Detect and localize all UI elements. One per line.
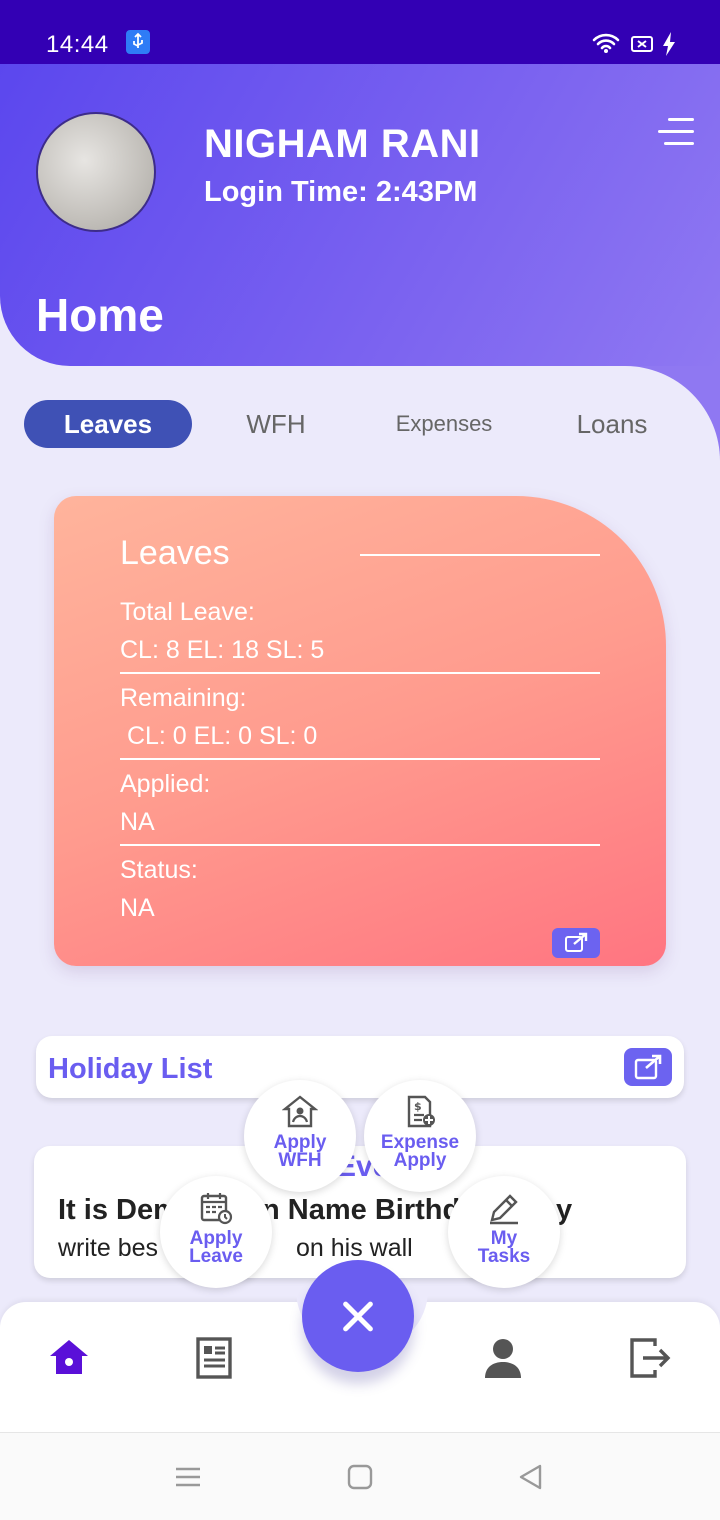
my-tasks-label: My Tasks — [477, 1228, 531, 1267]
menu-icon[interactable] — [658, 116, 694, 148]
status-bar: 14:44 — [0, 0, 720, 64]
status-value: NA — [120, 894, 155, 922]
applied-label: Applied: — [120, 770, 211, 798]
receipt-add-icon: $ — [407, 1095, 435, 1128]
calendar-clock-icon — [200, 1193, 233, 1225]
open-external-icon[interactable] — [624, 1048, 672, 1086]
pencil-icon — [490, 1194, 518, 1225]
open-external-icon[interactable] — [552, 928, 600, 958]
title-divider — [360, 554, 600, 556]
wifi-icon — [592, 32, 620, 59]
usb-icon — [126, 30, 150, 54]
event-sub-right: on his wall — [296, 1234, 413, 1262]
divider — [120, 758, 600, 760]
home-person-icon — [282, 1095, 318, 1128]
total-leave-value: CL: 8 EL: 18 SL: 5 — [120, 636, 325, 664]
back-icon[interactable] — [516, 1463, 544, 1496]
events-card: Eve It is Dem n Name Birthd y write bes … — [34, 1146, 686, 1278]
recent-apps-icon[interactable] — [174, 1463, 202, 1496]
holiday-list-card[interactable]: Holiday List — [36, 1036, 684, 1098]
apply-leave-label: Apply Leave — [189, 1228, 243, 1267]
remaining-value: CL: 0 EL: 0 SL: 0 — [120, 722, 318, 750]
divider — [120, 672, 600, 674]
tab-expenses[interactable]: Expenses — [360, 400, 528, 448]
applied-value: NA — [120, 808, 155, 836]
user-name: NIGHAM RANI — [204, 122, 481, 166]
home-button-icon[interactable] — [346, 1463, 374, 1496]
expense-apply-label: Expense Apply — [380, 1132, 460, 1171]
document-icon[interactable] — [193, 1336, 237, 1380]
home-icon[interactable] — [47, 1336, 91, 1380]
divider — [120, 844, 600, 846]
tab-leaves[interactable]: Leaves — [24, 400, 192, 448]
fab-close-button[interactable] — [302, 1260, 414, 1372]
status-time: 14:44 — [46, 31, 109, 58]
leaves-card-title: Leaves — [120, 534, 230, 572]
expense-apply-button[interactable]: $ Expense Apply — [364, 1080, 476, 1192]
apply-leave-button[interactable]: Apply Leave — [160, 1176, 272, 1288]
leaves-card: Leaves Total Leave: CL: 8 EL: 18 SL: 5 R… — [54, 496, 666, 966]
my-tasks-button[interactable]: My Tasks — [448, 1176, 560, 1288]
tab-bar: Leaves WFH Expenses Loans — [24, 400, 704, 448]
battery-saver-icon — [631, 35, 653, 58]
system-navigation-bar — [0, 1432, 720, 1520]
tab-wfh[interactable]: WFH — [192, 400, 360, 448]
tab-loans[interactable]: Loans — [528, 400, 696, 448]
event-headline-right: n Name Birthd — [262, 1194, 461, 1226]
person-icon[interactable] — [481, 1336, 525, 1380]
avatar[interactable] — [36, 112, 156, 232]
login-time: Login Time: 2:43PM — [204, 176, 478, 208]
event-sub-left: write bes — [58, 1234, 159, 1262]
apply-wfh-button[interactable]: Apply WFH — [244, 1080, 356, 1192]
page-title: Home — [36, 289, 164, 341]
total-leave-label: Total Leave: — [120, 598, 255, 626]
charging-icon — [661, 32, 677, 61]
logout-icon[interactable] — [627, 1336, 671, 1380]
apply-wfh-label: Apply WFH — [273, 1132, 327, 1171]
remaining-label: Remaining: — [120, 684, 247, 712]
status-label: Status: — [120, 856, 198, 884]
holiday-list-title: Holiday List — [48, 1053, 213, 1085]
svg-text:$: $ — [414, 1100, 422, 1113]
